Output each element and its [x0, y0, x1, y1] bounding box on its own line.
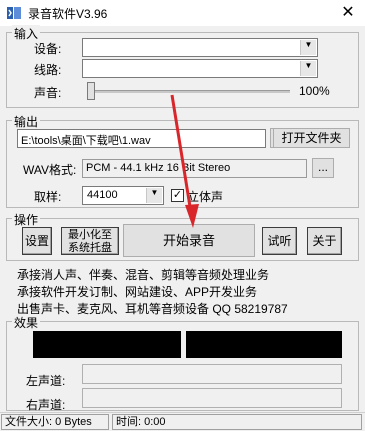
- annotation-arrow: [170, 94, 199, 228]
- file-size-status: 文件大小: 0 Bytes: [1, 414, 109, 430]
- time-status: 时间: 0:00: [112, 414, 362, 430]
